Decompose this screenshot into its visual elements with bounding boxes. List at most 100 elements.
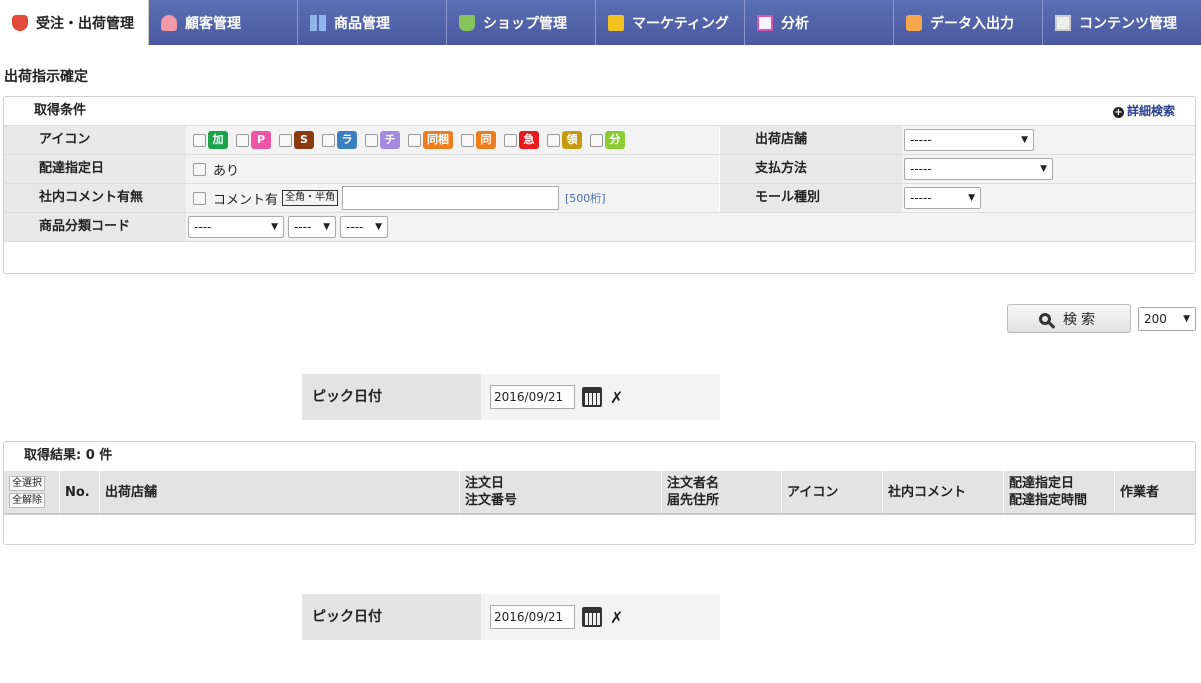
person-icon bbox=[161, 14, 177, 31]
category-select-1[interactable]: ---- ▼ bbox=[188, 216, 284, 238]
col-no-label: No. bbox=[65, 484, 90, 500]
pick-date-input[interactable]: 2016/09/21 bbox=[490, 605, 575, 629]
icon-chip: 急 bbox=[519, 131, 539, 149]
pick-date-cell: 2016/09/21 ✗ bbox=[481, 374, 720, 420]
icon-chip-checkbox[interactable] bbox=[461, 133, 474, 147]
icon-chip: ラ bbox=[337, 131, 357, 149]
col-delivery-date-label: 配達指定日 bbox=[1009, 476, 1075, 491]
tab-label: 顧客管理 bbox=[185, 15, 241, 32]
conditions-heading: 取得条件 + 詳細検索 bbox=[4, 97, 1195, 126]
icon-chip-checkbox[interactable] bbox=[322, 133, 335, 147]
dropdown-arrow-icon: ▼ bbox=[1183, 314, 1190, 324]
result-count-value: 200 bbox=[1144, 312, 1167, 326]
col-orderer-label: 注文者名 bbox=[667, 476, 720, 491]
col-delivery: 配達指定日配達指定時間 bbox=[1004, 471, 1115, 513]
icon-chip-checkbox[interactable] bbox=[590, 133, 603, 147]
tab-shop[interactable]: ショップ管理 bbox=[447, 0, 596, 45]
tab-customers[interactable]: 顧客管理 bbox=[149, 0, 298, 45]
results-panel: 取得結果: 0 件 全選択 全解除 No. 出荷店舗 注文日注文番号 注文者名届… bbox=[3, 441, 1196, 545]
results-table-header: 全選択 全解除 No. 出荷店舗 注文日 注文番号 注文者名 届先住所 アイコン 社… bbox=[4, 471, 1195, 515]
detail-search-link[interactable]: + 詳細検索 bbox=[1112, 97, 1175, 125]
category-select-2[interactable]: ---- ▼ bbox=[288, 216, 336, 238]
pick-date-input[interactable]: 2016/09/21 bbox=[490, 385, 575, 409]
dropdown-arrow-icon: ▼ bbox=[1021, 135, 1028, 145]
calendar-icon[interactable] bbox=[582, 607, 602, 627]
col-icon: アイコン bbox=[782, 471, 883, 513]
tab-analytics[interactable]: 分析 bbox=[745, 0, 894, 45]
pick-date-row-top: ピック日付 2016/09/21 ✗ bbox=[302, 374, 720, 420]
chat-icon bbox=[608, 14, 624, 31]
delivery-cell: あり bbox=[186, 155, 719, 183]
payment-cell: ----- ▼ bbox=[902, 155, 1195, 183]
col-delivery-time-label: 配達指定時間 bbox=[1009, 493, 1088, 508]
col-order-date-label: 注文日 bbox=[465, 476, 505, 491]
tab-label: コンテンツ管理 bbox=[1079, 15, 1177, 32]
icon-chip: 同 bbox=[476, 131, 496, 149]
deselect-all-button[interactable]: 全解除 bbox=[9, 493, 45, 508]
icon-chip-checkbox[interactable] bbox=[504, 133, 517, 147]
store-select-value: ----- bbox=[910, 133, 932, 147]
category-select-3[interactable]: ---- ▼ bbox=[340, 216, 388, 238]
result-count-select[interactable]: 200 ▼ bbox=[1138, 307, 1196, 331]
icon-chip-checkbox[interactable] bbox=[547, 133, 560, 147]
comment-label: 社内コメント有無 bbox=[4, 184, 186, 212]
store-select[interactable]: ----- ▼ bbox=[904, 129, 1034, 151]
dropdown-arrow-icon: ▼ bbox=[271, 222, 278, 232]
doc-icon bbox=[1055, 14, 1071, 31]
condition-row-category: 商品分類コード ---- ▼ ---- ▼ ---- ▼ bbox=[4, 213, 1195, 242]
dropdown-arrow-icon: ▼ bbox=[968, 193, 975, 203]
col-orderer: 注文者名 届先住所 bbox=[662, 471, 782, 513]
order-icon bbox=[12, 14, 28, 31]
col-order-number-label: 注文番号 bbox=[465, 493, 518, 508]
icon-label: アイコン bbox=[4, 126, 186, 154]
tab-data-io[interactable]: データ入出力 bbox=[894, 0, 1043, 45]
delivery-checkbox[interactable] bbox=[193, 162, 206, 176]
mall-cell: ----- ▼ bbox=[902, 184, 1195, 212]
icon-chip-checkbox[interactable] bbox=[236, 133, 249, 147]
tab-content[interactable]: コンテンツ管理 bbox=[1043, 0, 1201, 45]
top-nav: 受注・出荷管理 顧客管理 商品管理 ショップ管理 マーケティング 分析 データ入… bbox=[0, 0, 1201, 45]
grid-icon bbox=[310, 14, 326, 31]
clear-date-icon[interactable]: ✗ bbox=[610, 388, 623, 407]
clear-date-icon[interactable]: ✗ bbox=[610, 608, 623, 627]
category-select-value: ---- bbox=[194, 220, 212, 234]
tab-orders[interactable]: 受注・出荷管理 bbox=[0, 0, 149, 45]
icon-chip-checkbox[interactable] bbox=[408, 133, 421, 147]
width-tag: 全角・半角 bbox=[282, 190, 339, 206]
icon-chip-checkbox[interactable] bbox=[193, 133, 206, 147]
plus-circle-icon: + bbox=[1112, 107, 1124, 118]
search-icon bbox=[1039, 312, 1051, 325]
store-label: 出荷店舗 bbox=[720, 126, 902, 154]
icon-chip: P bbox=[251, 131, 271, 149]
payment-select[interactable]: ----- ▼ bbox=[904, 158, 1053, 180]
page-title: 出荷指示確定 bbox=[4, 69, 88, 85]
category-select-value: ---- bbox=[294, 220, 312, 234]
icon-chip-checkbox[interactable] bbox=[365, 133, 378, 147]
tab-label: データ入出力 bbox=[930, 15, 1014, 32]
tab-products[interactable]: 商品管理 bbox=[298, 0, 447, 45]
tab-label: 受注・出荷管理 bbox=[36, 15, 134, 32]
pick-date-label: ピック日付 bbox=[302, 374, 481, 420]
col-worker-label: 作業者 bbox=[1120, 484, 1160, 500]
comment-input[interactable] bbox=[342, 186, 560, 210]
calendar-icon[interactable] bbox=[582, 387, 602, 407]
pick-date-row-bottom: ピック日付 2016/09/21 ✗ bbox=[302, 594, 720, 640]
col-icon-label: アイコン bbox=[787, 484, 839, 500]
dropdown-arrow-icon: ▼ bbox=[1040, 164, 1047, 174]
col-store-label: 出荷店舗 bbox=[105, 484, 158, 500]
icon-chip: チ bbox=[380, 131, 400, 149]
comment-hint: [500桁] bbox=[565, 192, 606, 205]
mall-select[interactable]: ----- ▼ bbox=[904, 187, 981, 209]
delivery-option-label: あり bbox=[213, 163, 240, 179]
comment-option-label: コメント有 bbox=[213, 192, 279, 208]
results-heading: 取得結果: 0 件 bbox=[24, 448, 113, 463]
select-all-button[interactable]: 全選択 bbox=[9, 476, 45, 491]
search-button[interactable]: 検索 bbox=[1007, 304, 1131, 333]
condition-row-delivery: 配達指定日 あり 支払方法 ----- ▼ bbox=[4, 155, 1195, 184]
search-button-label: 検索 bbox=[1063, 311, 1099, 328]
mall-label: モール種別 bbox=[720, 184, 902, 212]
delivery-label: 配達指定日 bbox=[4, 155, 186, 183]
comment-checkbox[interactable] bbox=[193, 191, 206, 205]
tab-marketing[interactable]: マーケティング bbox=[596, 0, 745, 45]
icon-chip-checkbox[interactable] bbox=[279, 133, 292, 147]
